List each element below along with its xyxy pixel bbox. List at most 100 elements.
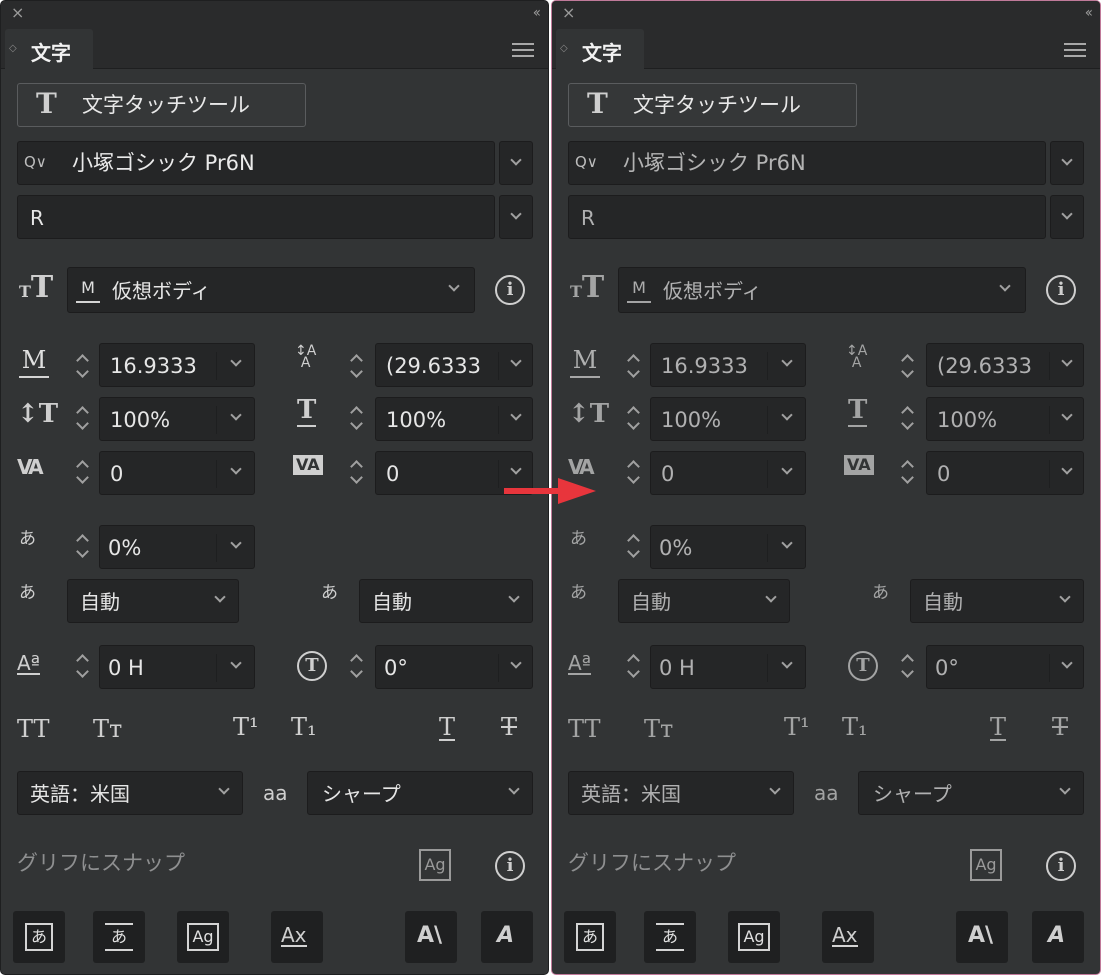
kerning-input[interactable]: 0 xyxy=(650,451,806,495)
vertical-scale-stepper[interactable] xyxy=(75,403,89,433)
size-basis-select[interactable]: M 仮想ボディ xyxy=(618,267,1026,313)
snap-em-box-button[interactable]: あ xyxy=(13,911,65,963)
font-size-input[interactable]: 16.9333 xyxy=(99,343,255,387)
angular-guide-icon: A\ xyxy=(968,923,994,948)
snap-baseline-button[interactable]: あ xyxy=(644,911,696,963)
leading-input[interactable]: (29.6333 xyxy=(926,343,1084,387)
snap-em-box-button[interactable]: あ xyxy=(564,911,616,963)
aki-after-select[interactable]: 自動 xyxy=(359,579,533,623)
font-style-dropdown[interactable] xyxy=(499,195,533,239)
rotation-stepper[interactable] xyxy=(349,651,363,681)
small-caps-icon[interactable]: Tт xyxy=(644,717,673,741)
horizontal-scale-stepper[interactable] xyxy=(349,403,363,433)
tracking-stepper[interactable] xyxy=(349,457,363,487)
font-style-field[interactable]: R xyxy=(568,195,1046,239)
subscript-icon[interactable]: T₁ xyxy=(291,715,317,739)
tsume-input[interactable]: 0% xyxy=(650,525,806,569)
vertical-scale-input[interactable]: 100% xyxy=(650,397,806,441)
superscript-icon[interactable]: T¹ xyxy=(784,715,810,739)
underline-icon[interactable]: T xyxy=(990,715,1007,741)
vertical-scale-stepper[interactable] xyxy=(626,403,640,433)
language-select[interactable]: 英語：米国 xyxy=(568,771,794,815)
language-select[interactable]: 英語：米国 xyxy=(17,771,243,815)
snap-x-height-button[interactable]: Ax xyxy=(271,911,323,963)
aki-before-select[interactable]: 自動 xyxy=(618,579,790,623)
leading-stepper[interactable] xyxy=(900,351,914,381)
snap-x-height-button[interactable]: Ax xyxy=(822,911,874,963)
superscript-icon[interactable]: T¹ xyxy=(233,715,259,739)
snap-glyph-bounds-button[interactable]: Ag xyxy=(177,911,229,963)
font-style-dropdown[interactable] xyxy=(1050,195,1084,239)
baseline-shift-stepper[interactable] xyxy=(75,651,89,681)
close-icon[interactable]: × xyxy=(562,5,575,21)
leading-input[interactable]: (29.6333 xyxy=(375,343,533,387)
info-icon[interactable]: i xyxy=(495,851,525,881)
tsume-input[interactable]: 0% xyxy=(99,525,255,569)
tsume-stepper[interactable] xyxy=(626,531,640,561)
info-icon[interactable]: i xyxy=(495,275,525,305)
rotation-input[interactable]: 0° xyxy=(926,645,1084,689)
vertical-scale-input[interactable]: 100% xyxy=(99,397,255,441)
tab-character[interactable]: ◇ 文字 xyxy=(5,29,93,69)
font-size-stepper[interactable] xyxy=(626,351,640,381)
strikethrough-icon[interactable]: T xyxy=(1052,715,1068,739)
snap-angular-guide-button[interactable]: A\ xyxy=(405,911,457,963)
info-icon[interactable]: i xyxy=(1046,275,1076,305)
baseline-shift-input[interactable]: 0 H xyxy=(650,645,806,689)
snap-angular-guide-button[interactable]: A\ xyxy=(956,911,1008,963)
tracking-input[interactable]: 0 xyxy=(926,451,1084,495)
kerning-stepper[interactable] xyxy=(626,457,640,487)
rotation-input[interactable]: 0° xyxy=(375,645,533,689)
vertical-scale-icon: ↕T xyxy=(17,399,59,429)
snap-proximity-guide-button[interactable]: A xyxy=(1032,911,1084,963)
baseline-shift-input[interactable]: 0 H xyxy=(99,645,255,689)
antialias-select[interactable]: シャープ xyxy=(858,771,1084,815)
font-size-stepper[interactable] xyxy=(75,351,89,381)
font-family-dropdown[interactable] xyxy=(1050,141,1084,185)
info-icon[interactable]: i xyxy=(1046,851,1076,881)
underline-icon[interactable]: T xyxy=(439,715,456,741)
tab-label: 文字 xyxy=(582,41,622,65)
panel-menu-icon[interactable] xyxy=(1064,43,1086,57)
vertical-scale-value: 100% xyxy=(110,408,171,432)
all-caps-icon[interactable]: TT xyxy=(17,717,49,741)
kerning-stepper[interactable] xyxy=(75,457,89,487)
panel-menu-icon[interactable] xyxy=(512,43,534,57)
size-basis-select[interactable]: M 仮想ボディ xyxy=(67,267,475,313)
collapse-icon[interactable]: ‹‹ xyxy=(533,5,541,21)
font-size-input[interactable]: 16.9333 xyxy=(650,343,806,387)
horizontal-scale-stepper[interactable] xyxy=(900,403,914,433)
font-family-field[interactable]: Q∨ 小塚ゴシック Pr6N xyxy=(568,141,1046,185)
chevron-down-icon xyxy=(1061,154,1073,166)
subscript-icon[interactable]: T₁ xyxy=(842,715,868,739)
collapse-icon[interactable]: ‹‹ xyxy=(1085,5,1093,21)
aki-before-value: 自動 xyxy=(631,590,671,614)
glyph-snap-icon: Ag xyxy=(970,849,1002,881)
tracking-stepper[interactable] xyxy=(900,457,914,487)
tsume-stepper[interactable] xyxy=(75,531,89,561)
kerning-input[interactable]: 0 xyxy=(99,451,255,495)
tab-character[interactable]: ◇ 文字 xyxy=(556,29,644,69)
aki-after-select[interactable]: 自動 xyxy=(910,579,1084,623)
close-icon[interactable]: × xyxy=(11,5,24,21)
touch-type-tool-button[interactable]: T 文字タッチツール xyxy=(17,83,306,127)
font-family-dropdown[interactable] xyxy=(499,141,533,185)
baseline-shift-stepper[interactable] xyxy=(626,651,640,681)
horizontal-scale-input[interactable]: 100% xyxy=(926,397,1084,441)
tsume-icon: あ xyxy=(19,529,36,549)
aki-before-select[interactable]: 自動 xyxy=(67,579,239,623)
all-caps-icon[interactable]: TT xyxy=(568,717,600,741)
font-family-field[interactable]: Q∨ 小塚ゴシック Pr6N xyxy=(17,141,495,185)
horizontal-scale-input[interactable]: 100% xyxy=(375,397,533,441)
antialias-select[interactable]: シャープ xyxy=(307,771,533,815)
small-caps-icon[interactable]: Tт xyxy=(93,717,122,741)
strikethrough-icon[interactable]: T xyxy=(501,715,517,739)
snap-glyph-bounds-button[interactable]: Ag xyxy=(728,911,780,963)
rotation-stepper[interactable] xyxy=(900,651,914,681)
font-style-field[interactable]: R xyxy=(17,195,495,239)
touch-type-tool-button[interactable]: T 文字タッチツール xyxy=(568,83,857,127)
snap-baseline-button[interactable]: あ xyxy=(93,911,145,963)
snap-proximity-guide-button[interactable]: A xyxy=(481,911,533,963)
chevron-down-icon xyxy=(510,208,522,220)
leading-stepper[interactable] xyxy=(349,351,363,381)
